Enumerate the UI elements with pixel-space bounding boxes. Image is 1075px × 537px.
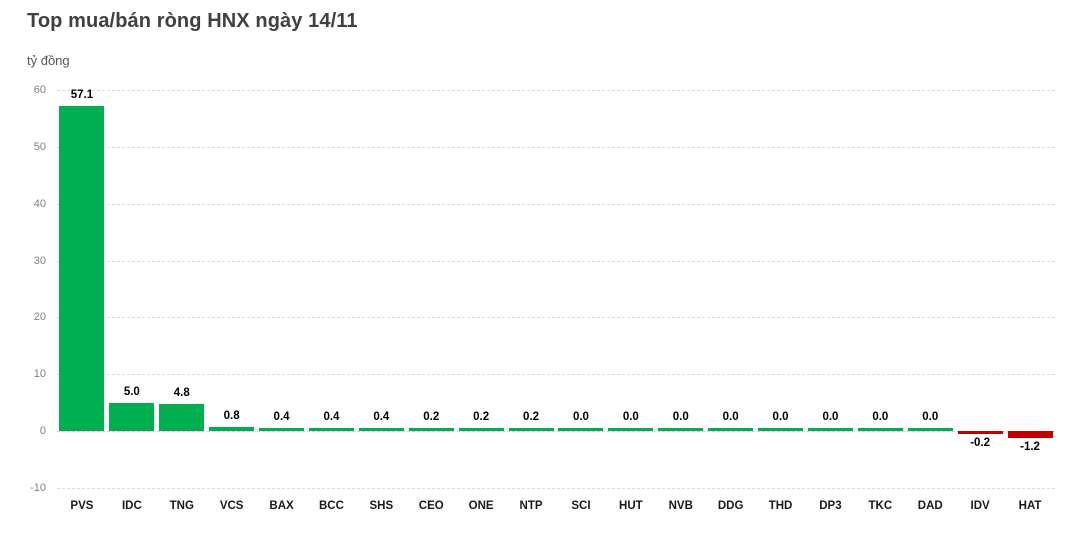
bar-ONE[interactable]: [459, 428, 504, 431]
bar-value-label-IDC: 5.0: [124, 386, 140, 398]
gridline--10: [57, 488, 1055, 489]
bar-value-label-DP3: 0.0: [822, 411, 838, 423]
x-category-label-PVS: PVS: [70, 500, 93, 512]
chart-title: Top mua/bán ròng HNX ngày 14/11: [27, 10, 358, 33]
x-category-label-NTP: NTP: [520, 500, 543, 512]
y-tick-label: 40: [34, 198, 46, 210]
x-category-label-DAD: DAD: [918, 500, 943, 512]
x-category-label-BAX: BAX: [269, 500, 293, 512]
bar-HUT[interactable]: [608, 428, 653, 431]
x-category-label-HAT: HAT: [1019, 500, 1042, 512]
bar-value-label-HAT: -1.2: [1020, 441, 1040, 453]
x-category-label-THD: THD: [769, 500, 793, 512]
bar-NTP[interactable]: [509, 428, 554, 431]
y-tick-label: 60: [34, 84, 46, 96]
x-category-label-NVB: NVB: [669, 500, 693, 512]
x-category-label-BCC: BCC: [319, 500, 344, 512]
bar-PVS[interactable]: [59, 106, 104, 431]
bar-value-label-HUT: 0.0: [623, 411, 639, 423]
bar-THD[interactable]: [758, 428, 803, 431]
bar-value-label-VCS: 0.8: [224, 410, 240, 422]
bar-value-label-BCC: 0.4: [323, 411, 339, 423]
x-category-label-SCI: SCI: [571, 500, 590, 512]
x-category-label-TNG: TNG: [170, 500, 194, 512]
y-tick-label: 10: [34, 368, 46, 380]
x-category-label-ONE: ONE: [469, 500, 494, 512]
gridline-50: [57, 147, 1055, 148]
bar-value-label-IDV: -0.2: [970, 437, 990, 449]
bar-CEO[interactable]: [409, 428, 454, 431]
y-tick-label: -10: [30, 482, 46, 494]
bar-BCC[interactable]: [309, 428, 354, 431]
bar-SHS[interactable]: [359, 428, 404, 431]
bar-value-label-NVB: 0.0: [673, 411, 689, 423]
bar-DP3[interactable]: [808, 428, 853, 431]
bar-TNG[interactable]: [159, 404, 204, 431]
x-category-label-DP3: DP3: [819, 500, 841, 512]
x-category-label-IDC: IDC: [122, 500, 142, 512]
bar-IDV[interactable]: [958, 431, 1003, 434]
bar-value-label-DAD: 0.0: [922, 411, 938, 423]
gridline-0: [57, 431, 1055, 432]
x-category-label-HUT: HUT: [619, 500, 643, 512]
bar-IDC[interactable]: [109, 403, 154, 431]
y-axis-tick-labels: -100102030405060: [0, 90, 52, 488]
bar-DDG[interactable]: [708, 428, 753, 431]
bar-value-label-PVS: 57.1: [71, 89, 93, 101]
bar-HAT[interactable]: [1008, 431, 1053, 438]
y-tick-label: 0: [40, 425, 46, 437]
gridline-60: [57, 90, 1055, 91]
bar-DAD[interactable]: [908, 428, 953, 431]
bar-value-label-SHS: 0.4: [373, 411, 389, 423]
x-category-label-TKC: TKC: [869, 500, 893, 512]
bar-value-label-THD: 0.0: [773, 411, 789, 423]
x-category-label-VCS: VCS: [220, 500, 244, 512]
bar-TKC[interactable]: [858, 428, 903, 431]
x-category-label-CEO: CEO: [419, 500, 444, 512]
bar-VCS[interactable]: [209, 427, 254, 432]
bar-NVB[interactable]: [658, 428, 703, 431]
y-tick-label: 20: [34, 311, 46, 323]
gridline-10: [57, 374, 1055, 375]
gridline-40: [57, 204, 1055, 205]
gridline-20: [57, 317, 1055, 318]
y-tick-label: 50: [34, 141, 46, 153]
bar-value-label-DDG: 0.0: [723, 411, 739, 423]
bar-value-label-TNG: 4.8: [174, 387, 190, 399]
bar-value-label-TKC: 0.0: [872, 411, 888, 423]
y-tick-label: 30: [34, 255, 46, 267]
bar-SCI[interactable]: [558, 428, 603, 431]
bar-value-label-ONE: 0.2: [473, 411, 489, 423]
gridline-30: [57, 261, 1055, 262]
bar-value-label-SCI: 0.0: [573, 411, 589, 423]
y-axis-unit-label: tỷ đồng: [27, 53, 70, 68]
x-category-label-IDV: IDV: [971, 500, 990, 512]
bar-value-label-CEO: 0.2: [423, 411, 439, 423]
plot-area: [57, 90, 1055, 488]
bar-value-label-BAX: 0.4: [274, 411, 290, 423]
net-buy-sell-bar-chart: Top mua/bán ròng HNX ngày 14/11 tỷ đồng …: [0, 0, 1075, 537]
bar-value-label-NTP: 0.2: [523, 411, 539, 423]
x-category-label-SHS: SHS: [370, 500, 394, 512]
bar-BAX[interactable]: [259, 428, 304, 431]
x-category-label-DDG: DDG: [718, 500, 744, 512]
